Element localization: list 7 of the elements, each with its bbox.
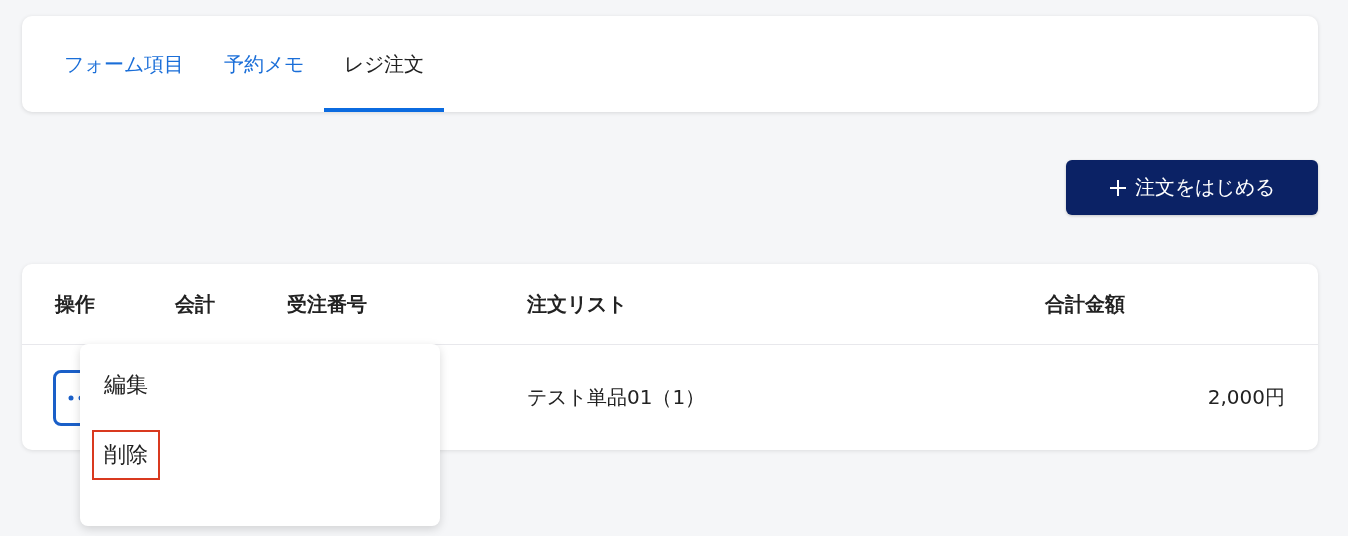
- column-header: 操作: [55, 290, 96, 318]
- column-header: 注文リスト: [527, 290, 628, 318]
- column-header: 合計金額: [1045, 290, 1126, 318]
- table-cell-text: 2,000円: [1206, 384, 1285, 411]
- table-cell-text: テスト単品01（1）: [527, 384, 707, 411]
- column-header: 会計: [175, 290, 216, 318]
- column-header: 受注番号: [287, 290, 368, 318]
